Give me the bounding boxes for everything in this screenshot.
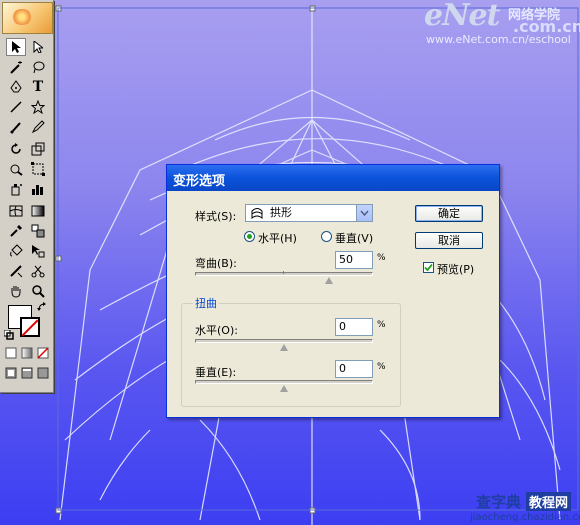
- full-screen-menu-mode-button[interactable]: [20, 366, 34, 380]
- blend-tool[interactable]: [28, 222, 48, 240]
- cancel-button[interactable]: 取消: [415, 232, 483, 249]
- enet-url: www.eNet.com.cn/eschool: [426, 33, 571, 46]
- dist-v-percent: %: [377, 362, 386, 372]
- paintbrush-tool[interactable]: [6, 118, 26, 136]
- bend-slider-track[interactable]: [195, 272, 373, 276]
- rotate-tool[interactable]: [6, 140, 26, 158]
- bend-percent: %: [377, 253, 386, 263]
- dialog-titlebar[interactable]: 变形选项: [167, 165, 499, 191]
- default-colors-icon[interactable]: [4, 330, 14, 340]
- pencil-tool[interactable]: [28, 118, 48, 136]
- eyedropper-tool[interactable]: [6, 222, 26, 240]
- arc-style-icon: [250, 206, 264, 225]
- tools-panel: T: [0, 0, 54, 393]
- chazidian-site-name: 查字典: [476, 493, 522, 511]
- distortion-group-label: 扭曲: [193, 295, 219, 311]
- dist-v-slider-thumb[interactable]: [280, 385, 288, 392]
- preview-checkbox[interactable]: [423, 262, 434, 273]
- chazidian-watermark: 查字典 教程网 jiaocheng.chazidian.com: [470, 491, 580, 525]
- line-segment-tool[interactable]: [6, 98, 26, 116]
- scale-tool[interactable]: [28, 140, 48, 158]
- scissors-tool[interactable]: [28, 262, 48, 280]
- ok-button[interactable]: 确定: [415, 205, 483, 222]
- hand-tool[interactable]: [6, 282, 26, 300]
- dist-h-input[interactable]: 0: [335, 318, 373, 336]
- bend-slider-center-tick: [283, 271, 284, 274]
- lasso-tool[interactable]: [28, 58, 48, 76]
- live-paint-selection-tool[interactable]: [28, 242, 48, 260]
- standard-screen-mode-button[interactable]: [4, 366, 18, 380]
- dist-h-percent: %: [377, 320, 386, 330]
- flower-icon: [11, 9, 33, 25]
- selection-tool[interactable]: [6, 38, 26, 56]
- type-tool[interactable]: T: [28, 78, 48, 96]
- magic-wand-tool[interactable]: [6, 58, 26, 76]
- free-transform-tool[interactable]: [28, 160, 48, 178]
- gradient-tool[interactable]: [28, 202, 48, 220]
- dist-h-slider-thumb[interactable]: [280, 344, 288, 351]
- horizontal-radio-label: 水平(H): [258, 232, 297, 245]
- direct-selection-tool[interactable]: [28, 38, 48, 56]
- dist-v-input[interactable]: 0: [335, 360, 373, 378]
- chazidian-url: jiaocheng.chazidian.com: [470, 512, 580, 523]
- dist-v-label: 垂直(E):: [195, 366, 237, 379]
- bend-label: 弯曲(B):: [195, 257, 237, 270]
- swap-colors-icon[interactable]: [36, 302, 48, 312]
- gradient-mode-button[interactable]: [20, 346, 34, 360]
- style-select[interactable]: 拱形: [245, 204, 373, 222]
- checkmark-icon: [424, 263, 433, 272]
- symbol-sprayer-tool[interactable]: [6, 180, 26, 198]
- color-mode-button[interactable]: [4, 346, 18, 360]
- dialog-title: 变形选项: [173, 174, 226, 189]
- bend-slider-thumb[interactable]: [324, 277, 333, 284]
- bend-input[interactable]: 50: [335, 251, 373, 269]
- mesh-tool[interactable]: [6, 202, 26, 220]
- none-mode-button[interactable]: [36, 346, 50, 360]
- dist-h-label: 水平(O):: [195, 324, 238, 337]
- chazidian-tag: 教程网: [526, 492, 572, 511]
- live-paint-bucket-tool[interactable]: [6, 242, 26, 260]
- rectangle-tool[interactable]: [28, 98, 48, 116]
- preview-label: 预览(P): [437, 263, 475, 276]
- vertical-radio-label: 垂直(V): [335, 232, 374, 245]
- enet-logo-text: eNet: [424, 0, 500, 33]
- dist-h-slider-track[interactable]: [195, 339, 373, 343]
- horizontal-radio[interactable]: [244, 231, 255, 242]
- pen-tool[interactable]: [6, 78, 26, 96]
- vertical-radio[interactable]: [321, 231, 332, 242]
- stroke-color-swatch[interactable]: [20, 317, 40, 337]
- chevron-down-icon[interactable]: [356, 205, 372, 221]
- app-logo: [2, 2, 53, 34]
- style-label: 样式(S):: [195, 210, 237, 223]
- dist-v-slider-track[interactable]: [195, 380, 373, 384]
- zoom-tool[interactable]: [28, 282, 48, 300]
- column-graph-tool[interactable]: [28, 180, 48, 198]
- warp-tool[interactable]: [6, 160, 26, 178]
- style-select-value: 拱形: [270, 206, 292, 219]
- warp-options-dialog: 变形选项 样式(S): 拱形 水平(H) 垂直(V) 弯曲(B): 50 % 扭…: [166, 164, 500, 418]
- slice-tool[interactable]: [6, 262, 26, 280]
- full-screen-mode-button[interactable]: [36, 366, 50, 380]
